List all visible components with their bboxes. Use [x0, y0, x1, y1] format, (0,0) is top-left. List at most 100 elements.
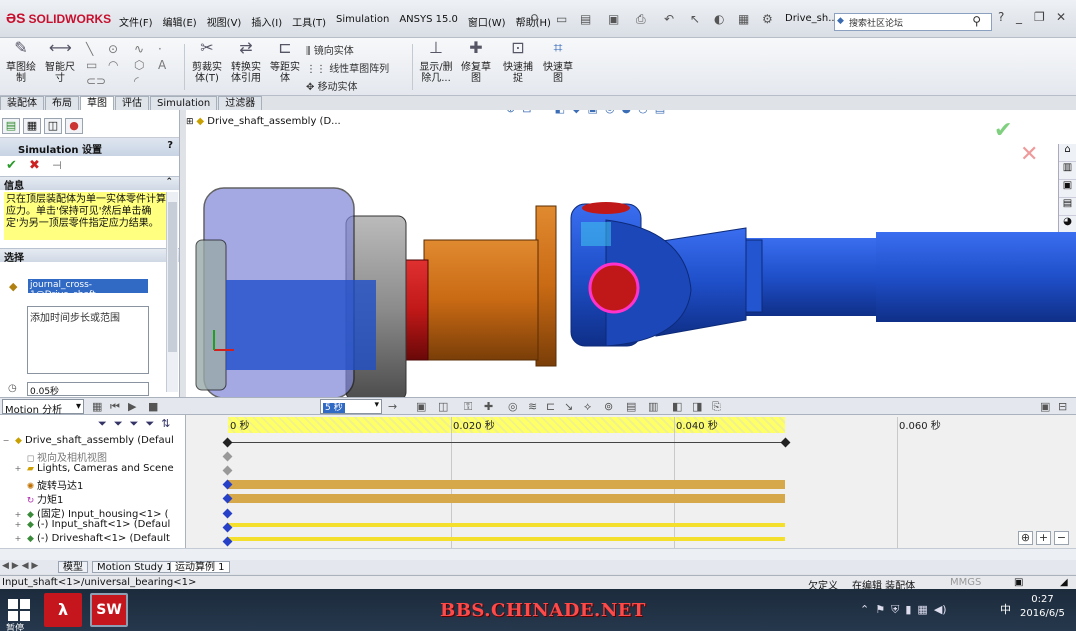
component-bar[interactable]	[228, 537, 785, 541]
status-units[interactable]: MMGS	[950, 577, 981, 588]
tab-evaluate[interactable]: 评估	[115, 96, 149, 110]
expand-icon[interactable]: +	[12, 534, 24, 543]
tab-motion-study-2[interactable]: 运动算例 1	[170, 561, 230, 573]
zoom-area-icon[interactable]: ⊡	[522, 110, 531, 115]
ime-indicator[interactable]: 中	[1000, 601, 1011, 617]
filter-driving-icon[interactable]: ⏷	[114, 417, 123, 435]
filter-animated-icon[interactable]: ⏷	[98, 417, 107, 435]
playback-mode-icon[interactable]: →	[388, 400, 397, 413]
contact-icon[interactable]: ⟡	[584, 400, 591, 414]
save-animation-icon[interactable]: ▣	[416, 400, 426, 413]
zoom-in-icon[interactable]: +	[1036, 531, 1051, 545]
zoom-fit-icon[interactable]: ⊕	[506, 110, 515, 115]
offset-button[interactable]: ⊏ 等距实 体	[268, 40, 302, 85]
resize-grip-icon[interactable]: ◢	[1060, 577, 1068, 588]
key-point[interactable]	[222, 451, 233, 462]
tree-item[interactable]: ◻ 视向及相机视图	[0, 449, 185, 463]
tab-model[interactable]: 模型	[58, 561, 88, 573]
network-icon[interactable]: ▦	[917, 603, 927, 617]
expand-icon[interactable]: +	[12, 464, 24, 473]
info-section-header[interactable]: 信息 ⌃	[0, 176, 179, 192]
shield-icon[interactable]: ⛨	[891, 603, 899, 617]
solidworks-app-icon[interactable]: SW	[90, 593, 128, 627]
acrobat-app-icon[interactable]: λ	[44, 593, 82, 627]
tab-nav-icon[interactable]: ◀ ▶ ◀ ▶	[2, 561, 38, 571]
menu-window[interactable]: 窗口(W)	[463, 12, 511, 31]
force-icon[interactable]: ↘	[564, 400, 573, 413]
show-delete-relations-button[interactable]: ⊥ 显示/删 除几...	[416, 40, 456, 85]
keep-visible-icon[interactable]: ⊣	[52, 159, 62, 172]
arc-icon[interactable]: ◠	[108, 58, 118, 72]
point-icon[interactable]: ·	[158, 42, 162, 56]
config-manager-tab-icon[interactable]: ◫	[44, 118, 62, 134]
help-icon[interactable]: ?	[167, 140, 173, 151]
flag-icon[interactable]: ⚑	[875, 603, 885, 617]
tree-item[interactable]: − ◆ Drive_shaft_assembly (Defaul	[0, 435, 185, 449]
quick-snap-button[interactable]: ⊡ 快速捕 捉	[500, 40, 536, 85]
hide-show-icon[interactable]: ◎	[605, 110, 615, 115]
chevron-up-icon[interactable]: ⌃	[860, 603, 869, 617]
play-from-start-icon[interactable]: ⏮	[110, 400, 120, 414]
tab-filter[interactable]: 过滤器	[218, 96, 263, 110]
collapse-icon[interactable]: ⌃	[165, 177, 173, 187]
tab-motion-study-1[interactable]: Motion Study 1	[92, 561, 178, 573]
search-icon[interactable]: ⚲	[972, 14, 981, 28]
edit-appearance-icon[interactable]: ●	[622, 110, 632, 115]
fillet-icon[interactable]: ◜	[134, 74, 139, 88]
gravity-icon[interactable]: ⊚	[604, 400, 613, 413]
tree-item[interactable]: ↻ 力矩1	[0, 491, 185, 505]
add-key-icon[interactable]: ✚	[484, 400, 493, 413]
line-icon[interactable]: ╲	[86, 42, 93, 56]
zoom-fit-icon[interactable]: ⊕	[1018, 531, 1033, 545]
display-style-icon[interactable]: ▣	[588, 110, 598, 115]
time-input[interactable]: 0.05秒	[27, 382, 149, 397]
autokey-icon[interactable]: ⚿	[464, 400, 472, 414]
open-icon[interactable]: ▤	[580, 12, 591, 26]
section-view-icon[interactable]: ◧	[555, 110, 565, 115]
tab-sketch[interactable]: 草图	[80, 96, 114, 110]
menu-file[interactable]: 文件(F)	[114, 12, 158, 31]
usb-icon[interactable]: ▮	[905, 603, 911, 617]
tree-item[interactable]: + ▰ Lights, Cameras and Scene	[0, 463, 185, 477]
help-icon[interactable]: ?	[998, 10, 1004, 24]
mirror-button[interactable]: ⫼ 镜向实体	[306, 42, 354, 57]
results-icon[interactable]: ▤	[626, 400, 636, 413]
menu-edit[interactable]: 编辑(E)	[158, 12, 202, 31]
panel-scrollbar[interactable]	[166, 192, 178, 392]
menu-view[interactable]: 视图(V)	[202, 12, 247, 31]
restore-icon[interactable]: ❐	[1034, 10, 1045, 24]
property-manager-tab-icon[interactable]: ▦	[23, 118, 41, 134]
smart-dimension-button[interactable]: ⟷ 智能尺 寸	[42, 40, 78, 85]
select-icon[interactable]: ↖	[690, 12, 700, 26]
file-props-icon[interactable]: ▦	[738, 12, 749, 26]
component-bar[interactable]	[228, 523, 785, 527]
collapse-icon[interactable]: −	[0, 436, 12, 445]
print-icon[interactable]: ⎙	[636, 12, 646, 27]
filter-results-icon[interactable]: ⏷	[145, 417, 154, 435]
circle-icon[interactable]: ⊙	[108, 42, 118, 56]
convert-entities-button[interactable]: ⇄ 转换实 体引用	[228, 40, 264, 85]
motor-tool-icon[interactable]: ◎	[508, 400, 518, 413]
text-icon[interactable]: A	[158, 58, 166, 72]
close-icon[interactable]: ✕	[1056, 10, 1066, 24]
study-props-icon[interactable]: ▥	[648, 400, 658, 413]
play-icon[interactable]: ▶	[128, 400, 136, 413]
spline-icon[interactable]: ∿	[134, 42, 144, 56]
ok-icon[interactable]: ✔	[6, 158, 17, 173]
windows-start-icon[interactable]	[8, 599, 30, 621]
graphics-area[interactable]: ⊞ ◆ Drive_shaft_assembly (D... ✔ ✕ ⌂ ▥ ▣…	[186, 110, 1076, 397]
menu-tools[interactable]: 工具(T)	[287, 12, 331, 31]
timeline[interactable]: 0 秒 0.020 秒 0.040 秒 0.060 秒 ⊕ + −	[186, 415, 1076, 548]
rapid-sketch-button[interactable]: ⌗ 快速草 图	[540, 40, 576, 85]
expand-icon[interactable]: ◨	[692, 400, 702, 413]
tree-item[interactable]: ✺ 旋转马达1	[0, 477, 185, 491]
selection-section-header[interactable]: 选择⌃	[0, 248, 179, 264]
time-bar-end[interactable]	[780, 437, 791, 448]
calculate-icon[interactable]: ▦	[92, 400, 102, 413]
previous-view-icon[interactable]: ↶	[538, 110, 547, 115]
spring-icon[interactable]: ≋	[528, 400, 537, 413]
new-doc-icon[interactable]: ▭	[556, 12, 567, 26]
linear-pattern-button[interactable]: ⋮⋮ 线性草图阵列	[306, 60, 389, 75]
view-settings-icon[interactable]: ▤	[655, 110, 665, 115]
tab-simulation[interactable]: Simulation	[150, 96, 218, 110]
